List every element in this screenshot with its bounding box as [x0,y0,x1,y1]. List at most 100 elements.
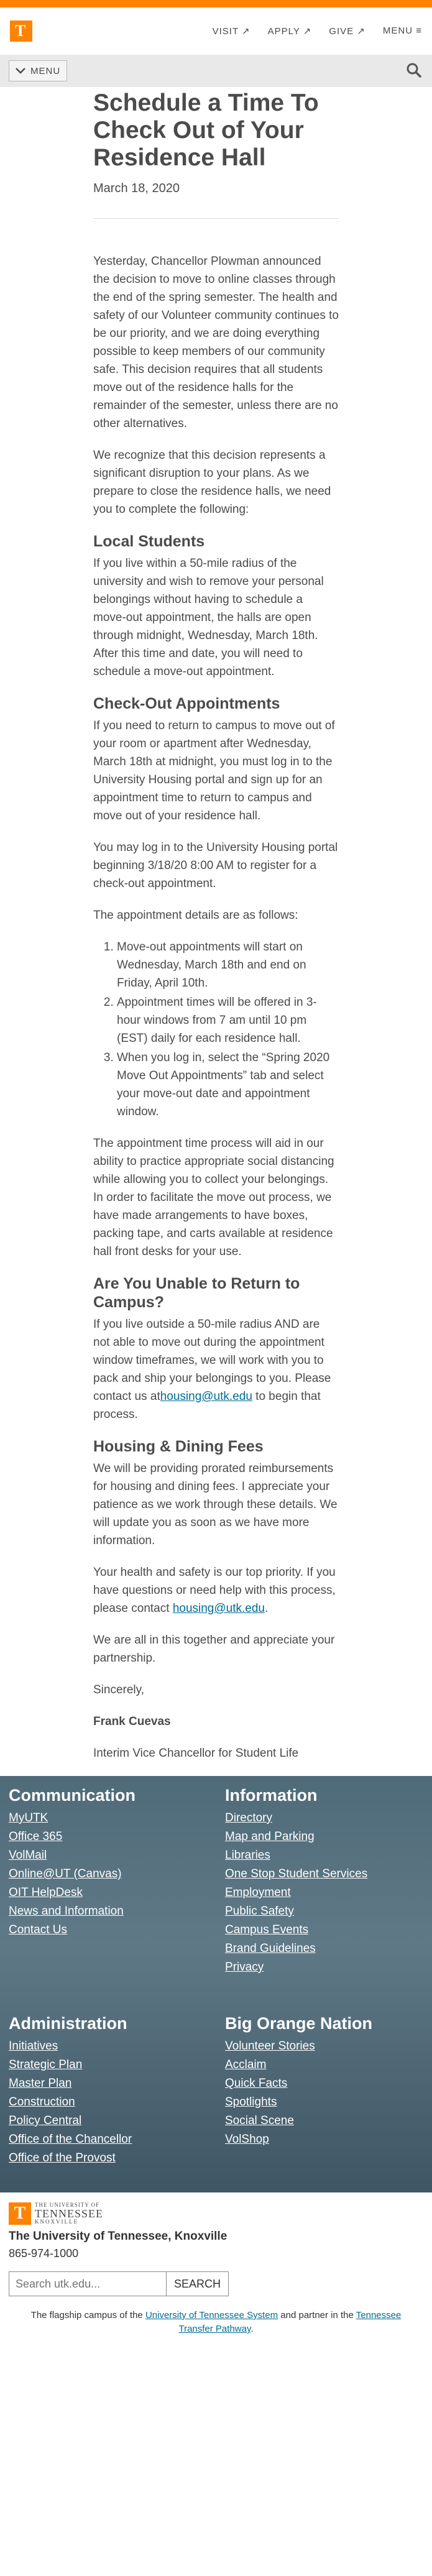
menu-button[interactable]: MENU [9,60,68,81]
footer-heading: Administration [9,2014,127,2033]
apply-link[interactable]: APPLY ↗ [268,25,312,37]
footer-link[interactable]: MyUTK [9,1809,225,1828]
footer-link[interactable]: Policy Central [9,2112,225,2130]
unable-paragraph: If you live outside a 50-mile radius AND… [93,1315,339,1424]
footer-heading: Information [225,1786,318,1805]
footer-heading: Big Orange Nation [225,2014,373,2033]
health-paragraph: Your health and safety is our top priori… [93,1563,339,1617]
fees-heading: Housing & Dining Fees [93,1438,264,1455]
footer-link[interactable]: Acclaim [225,2056,423,2074]
give-link[interactable]: GIVE ↗ [329,25,365,37]
flagship-text: The flagship campus of the [30,2310,145,2321]
logo-line-2: TENNESSEE [35,2207,103,2220]
footer-link[interactable]: Online@UT (Canvas) [9,1865,225,1884]
footer-administration: Administration Initiatives Strategic Pla… [9,2014,225,2168]
footer-link[interactable]: Spotlights [225,2093,423,2112]
footer-link[interactable]: Libraries [225,1846,423,1865]
menu-label: MENU [30,65,61,76]
fees-paragraph: We will be providing prorated reimbursem… [93,1462,338,1547]
footer-link[interactable]: Volunteer Stories [225,2037,423,2056]
flagship-statement: The flagship campus of the University of… [9,2309,423,2336]
footer-link[interactable]: Public Safety [225,1902,423,1921]
health-text-end: . [264,1602,269,1615]
footer-link[interactable]: Directory [225,1809,423,1828]
sincerely: Sincerely, [93,1683,145,1696]
checkout-paragraph-4: The appointment time process will aid in… [93,1137,334,1258]
footer-link[interactable]: Campus Events [225,1921,423,1939]
footer-link[interactable]: Social Scene [225,2112,423,2130]
list-item: Appointment times will be offered in 3-h… [117,993,339,1047]
university-name: The University of Tennessee, Knoxville [9,2230,227,2243]
footer-link[interactable]: OIT HelpDesk [9,1884,225,1902]
logo-wordmark: THE UNIVERSITY OF TENNESSEE KNOXVILLE [35,2202,103,2225]
footer-link[interactable]: Initiatives [9,2037,225,2056]
site-footer: T THE UNIVERSITY OF TENNESSEE KNOXVILLE … [0,2192,432,2342]
power-t-icon: T [9,2202,31,2225]
footer-link[interactable]: Office of the Chancellor [9,2130,225,2149]
footer-link[interactable]: Quick Facts [225,2074,423,2093]
local-students-paragraph: If you live within a 50-mile radius of t… [93,557,324,678]
footer-link[interactable]: VolMail [9,1846,225,1865]
article-date: March 18, 2020 [93,182,180,195]
footer-link[interactable]: Master Plan [9,2074,225,2093]
footer-link[interactable]: Contact Us [9,1921,225,1939]
unable-heading: Are You Unable to Return to Campus? [93,1275,300,1311]
page-title: Schedule a Time To Check Out of Your Res… [93,90,319,171]
footer-link[interactable]: Map and Parking [225,1828,423,1846]
footer-link[interactable]: Privacy [225,1958,423,1977]
flagship-text-end: . [250,2324,254,2334]
signature-name: Frank Cuevas [93,1715,171,1728]
ut-logo[interactable]: T [10,21,32,42]
divider [93,218,339,219]
search-button[interactable] [406,62,423,80]
together-paragraph: We are all in this together and apprecia… [93,1634,335,1665]
search-input[interactable] [9,2271,167,2296]
menu-bars-icon: ≡ [416,25,422,36]
footer-information: Information Directory Map and Parking Li… [225,1786,423,1977]
footer-link[interactable]: Office of the Provost [9,2149,225,2168]
checkout-paragraph-2: You may log in to the University Housing… [93,841,338,890]
logo-line-3: KNOXVILLE [35,2219,78,2225]
footer-communication: Communication MyUTK Office 365 VolMail O… [9,1786,225,1977]
article: Schedule a Time To Check Out of Your Res… [0,87,432,1762]
logo-letter: T [15,22,26,40]
checkout-paragraph-1: If you need to return to campus to move … [93,719,335,822]
checkout-heading: Check-Out Appointments [93,695,280,712]
footer-link[interactable]: VolShop [225,2130,423,2149]
intro-paragraph-1: Yesterday, Chancellor Plowman announced … [93,255,339,430]
header-menu-button[interactable]: MENU ≡ [383,25,422,37]
footer-heading: Communication [9,1786,136,1805]
ut-system-link[interactable]: University of Tennessee System [145,2310,278,2321]
menu-bar: MENU [0,55,432,87]
list-item: When you log in, select the “Spring 2020… [117,1049,339,1121]
local-students-heading: Local Students [93,533,205,550]
footer-link[interactable]: Strategic Plan [9,2056,225,2074]
signature-title: Interim Vice Chancellor for Student Life [93,1747,299,1760]
housing-email-link[interactable]: housing@utk.edu [160,1390,252,1403]
flagship-text-mid: and partner in the [278,2310,356,2321]
footer-link[interactable]: Construction [9,2093,225,2112]
list-item: Move-out appointments will start on Wedn… [117,938,339,992]
footer-search: SEARCH [9,2271,423,2296]
utility-nav: VISIT ↗ APPLY ↗ GIVE ↗ MENU ≡ [213,25,422,37]
site-header: T VISIT ↗ APPLY ↗ GIVE ↗ MENU ≡ [0,7,432,55]
visit-link[interactable]: VISIT ↗ [213,25,250,37]
footer-logo[interactable]: T THE UNIVERSITY OF TENNESSEE KNOXVILLE [9,2202,423,2225]
footer-link[interactable]: Brand Guidelines [225,1939,423,1958]
chevron-down-icon [16,68,25,74]
phone-number[interactable]: 865-974-1000 [9,2247,423,2260]
footer-big-orange-nation: Big Orange Nation Volunteer Stories Accl… [225,2014,423,2168]
intro-paragraph-2: We recognize that this decision represen… [93,449,331,516]
footer-link[interactable]: Employment [225,1884,423,1902]
footer-link[interactable]: One Stop Student Services [225,1865,423,1884]
search-icon [407,63,421,78]
top-orange-stripe [0,0,432,7]
footer-link[interactable]: Office 365 [9,1828,225,1846]
footer-link[interactable]: News and Information [9,1902,225,1921]
housing-email-link-2[interactable]: housing@utk.edu [173,1602,265,1615]
checkout-paragraph-3: The appointment details are as follows: [93,909,298,922]
search-submit-button[interactable]: SEARCH [167,2271,229,2296]
header-menu-label: MENU [382,25,413,36]
footer-links: Communication MyUTK Office 365 VolMail O… [0,1776,432,2192]
appointment-details-list: Move-out appointments will start on Wedn… [93,938,339,1121]
